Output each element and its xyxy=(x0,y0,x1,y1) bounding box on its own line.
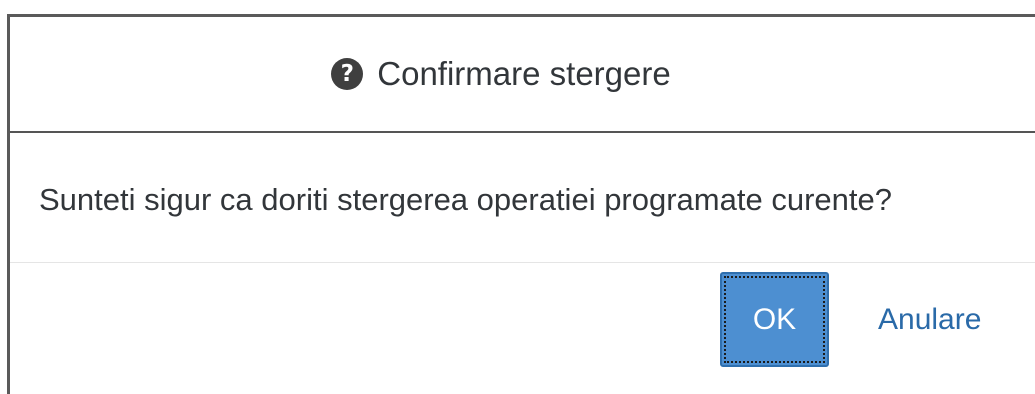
ok-button-label: OK xyxy=(752,302,797,336)
dialog-footer: OK Anulare xyxy=(10,263,1035,383)
dialog-title: Confirmare stergere xyxy=(377,55,671,92)
dialog-header: ? Confirmare stergere xyxy=(10,17,1035,133)
dialog-content: Sunteti sigur ca doriti stergerea operat… xyxy=(10,133,1035,263)
question-circle-icon: ? xyxy=(331,58,364,90)
cancel-button[interactable]: Anulare xyxy=(878,272,981,367)
confirmation-message: Sunteti sigur ca doriti stergerea operat… xyxy=(39,181,892,217)
confirm-delete-dialog: ? Confirmare stergere Sunteti sigur ca d… xyxy=(7,14,1035,394)
ok-button[interactable]: OK xyxy=(720,272,829,367)
cancel-button-label: Anulare xyxy=(878,302,982,336)
